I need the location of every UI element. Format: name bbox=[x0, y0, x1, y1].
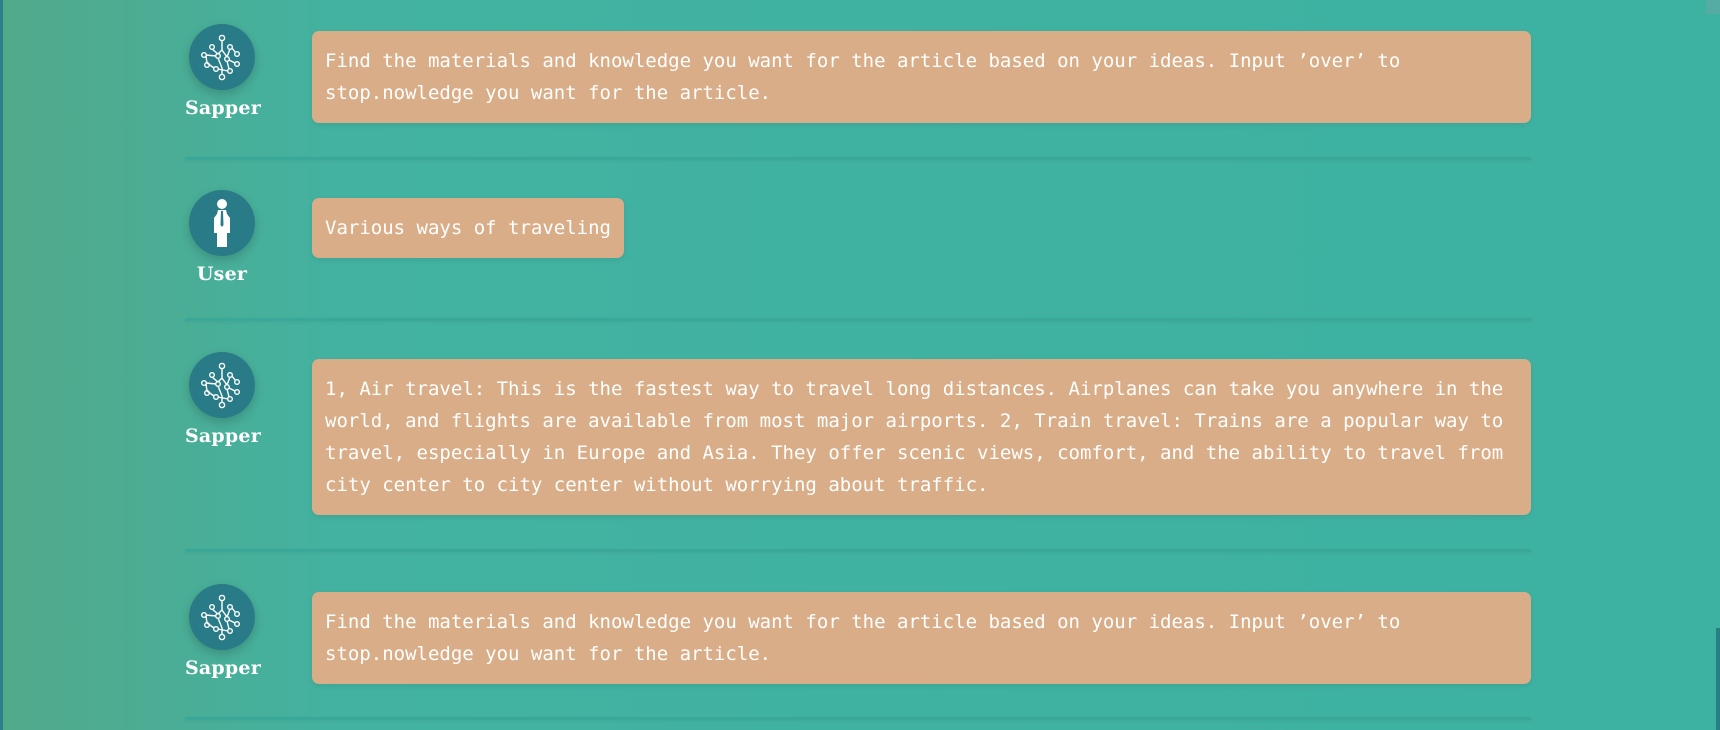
message-divider bbox=[185, 318, 1531, 321]
person-icon bbox=[214, 199, 230, 247]
chat-message: Sapper Find the materials and knowledge … bbox=[185, 584, 1531, 684]
chat-message: User Various ways of traveling bbox=[185, 190, 1531, 290]
message-bubble: Find the materials and knowledge you wan… bbox=[312, 592, 1531, 684]
sapper-avatar bbox=[189, 584, 255, 650]
message-divider bbox=[185, 157, 1531, 160]
message-sender: Sapper bbox=[185, 24, 261, 119]
network-graph-icon bbox=[200, 34, 241, 81]
chat-message: Sapper Find the materials and knowledge … bbox=[185, 24, 1531, 124]
network-graph-icon bbox=[200, 594, 241, 641]
network-graph-icon bbox=[200, 362, 241, 409]
chat-message: Sapper 1, Air travel: This is the fastes… bbox=[185, 352, 1531, 515]
sapper-avatar bbox=[189, 24, 255, 90]
chat-log: Sapper Find the materials and knowledge … bbox=[0, 0, 1720, 730]
message-bubble: Find the materials and knowledge you wan… bbox=[312, 31, 1531, 123]
message-divider bbox=[185, 549, 1531, 552]
message-sender: Sapper bbox=[185, 352, 261, 447]
sender-name: User bbox=[196, 263, 248, 285]
message-sender: User bbox=[185, 190, 259, 285]
sapper-avatar bbox=[189, 352, 255, 418]
sender-name: Sapper bbox=[185, 97, 261, 119]
sender-name: Sapper bbox=[185, 425, 261, 447]
sender-name: Sapper bbox=[185, 657, 261, 679]
message-bubble: Various ways of traveling bbox=[312, 198, 624, 258]
message-divider bbox=[185, 717, 1531, 720]
user-avatar bbox=[189, 190, 255, 256]
message-sender: Sapper bbox=[185, 584, 261, 679]
message-bubble: 1, Air travel: This is the fastest way t… bbox=[312, 359, 1531, 515]
